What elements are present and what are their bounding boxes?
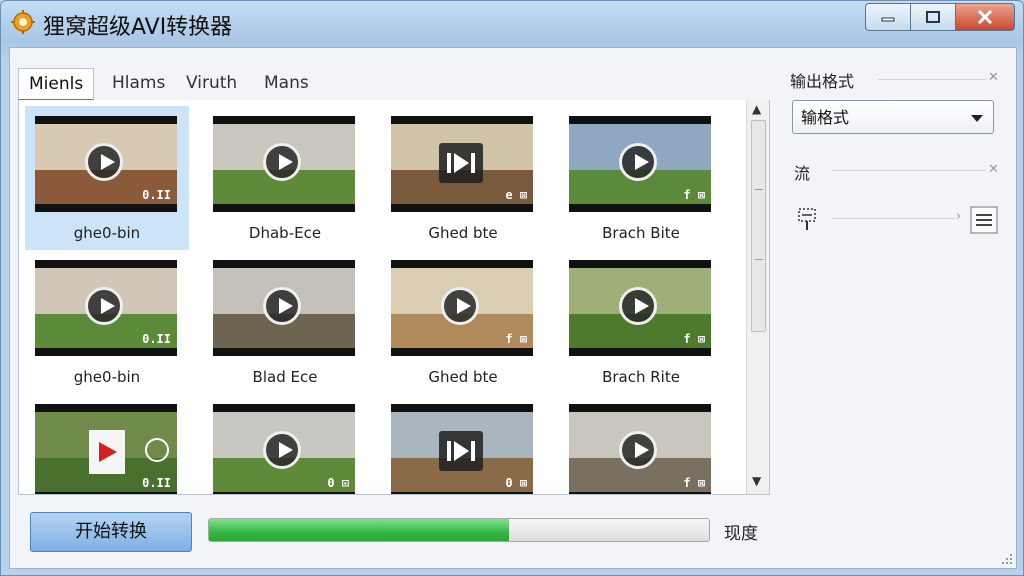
video-tile[interactable]: Blad Ece [203,250,367,394]
play-icon [619,143,657,181]
tab-strip: Mienls Hlams Viruth Mans [18,62,770,102]
window-controls [865,3,1015,33]
collapse-icon[interactable]: ✕ [988,70,999,85]
duration-badge: 0.II [142,332,171,346]
duration-badge: f ⊠ [505,332,527,346]
maximize-button[interactable] [911,3,956,31]
video-thumbnail [213,260,355,356]
video-tile[interactable]: 0 ⊠ [381,394,545,494]
progress-bar [208,518,710,542]
video-tile[interactable]: f ⊠ [559,394,723,494]
video-tile[interactable]: f ⊠ Brach Rite [559,250,723,394]
duration-badge: 0 ⊡ [327,476,349,490]
scroll-thumb[interactable] [751,120,766,332]
resize-grip-icon[interactable] [1000,552,1014,566]
video-thumbnail: f ⊠ [391,260,533,356]
play-icon [263,143,301,181]
crop-icon[interactable] [796,206,818,232]
video-thumbnail: 0 ⊡ [213,404,355,494]
duration-badge: f ⊠ [683,188,705,202]
progress-fill [209,519,509,541]
video-tile[interactable]: 0.II ghe0-bin [25,106,189,250]
play-icon [441,287,479,325]
video-tile[interactable]: 0.II ghe0-bin [25,250,189,394]
format-select[interactable]: 输格式 [792,100,994,134]
title-bar[interactable]: 狸窝超级AVI转换器 [1,1,1023,45]
duration-badge: 0.II [142,476,171,490]
chevron-down-icon [971,115,983,122]
scroll-down-icon[interactable]: ▼ [752,474,761,488]
play-icon [85,143,123,181]
progress-label: 现度 [724,524,758,544]
minimize-icon [881,17,895,22]
video-thumbnail: 0 ⊠ [391,404,533,494]
play-icon [263,431,301,469]
video-thumbnail: f ⊠ [569,404,711,494]
red-play-icon [89,430,169,474]
duration-badge: f ⊠ [683,332,705,346]
video-caption: Brach Bite [602,224,680,242]
video-tile[interactable]: 0.II [25,394,189,494]
video-thumbnail: e ⊠ [391,116,533,212]
minimize-button[interactable] [865,3,911,31]
duration-badge: 0 ⊠ [505,476,527,490]
play-icon [263,287,301,325]
app-window: 狸窝超级AVI转换器 Mienls Hlams Viruth Mans 0.II… [0,0,1024,576]
start-convert-button[interactable]: 开始转换 [30,512,192,552]
divider [878,79,986,80]
list-icon[interactable] [970,206,998,234]
scroll-grip [755,189,763,190]
tab-mans[interactable]: Mans [254,68,319,98]
format-label: 输出格式 [790,72,855,91]
tab-viruth[interactable]: Viruth [176,68,247,98]
video-thumbnail: 0.II [35,116,177,212]
video-tile[interactable]: f ⊠ Brach Bite [559,106,723,250]
main-panel: Mienls Hlams Viruth Mans 0.II ghe0-bin Dha… [9,47,1017,569]
skip-icon [439,143,483,183]
vertical-scrollbar[interactable]: ▲ ▼ [746,100,769,494]
scroll-grip [755,259,763,260]
video-thumbnail: f ⊠ [569,116,711,212]
chevron-right-icon: › [956,209,962,224]
video-caption: Ghed bte [428,368,498,386]
video-thumbnail: 0.II [35,260,177,356]
gear-app-icon [11,10,35,34]
video-tile[interactable]: f ⊠ Ghed bte [381,250,545,394]
format-select-value: 输格式 [801,108,850,127]
video-grid: 0.II ghe0-bin Dhab-Ece e ⊠ Ghed bte f ⊠ Brach … [25,106,745,494]
close-icon [977,10,993,24]
tab-hlams[interactable]: Hlams [102,68,175,98]
video-thumbnail [213,116,355,212]
play-icon [619,287,657,325]
skip-icon [439,431,483,471]
video-tile[interactable]: e ⊠ Ghed bte [381,106,545,250]
video-caption: Dhab-Ece [248,224,322,242]
video-caption: Blad Ece [252,368,318,386]
video-tile[interactable]: 0 ⊡ [203,394,367,494]
video-caption: ghe0-bin [73,224,141,242]
play-icon [85,287,123,325]
video-browser: Mienls Hlams Viruth Mans 0.II ghe0-bin Dha… [18,60,770,496]
video-tile[interactable]: Dhab-Ece [203,106,367,250]
settings-panel: 输出格式 ✕ 输格式 流 ✕ › [788,60,1008,260]
video-caption: ghe0-bin [73,368,141,386]
duration-badge: f ⊠ [683,476,705,490]
video-caption: Brach Rite [602,368,680,386]
video-thumbnail: 0.II [35,404,177,494]
video-caption: Ghed bte [428,224,498,242]
divider [832,170,986,171]
duration-badge: e ⊠ [505,188,527,202]
video-thumbnail: f ⊠ [569,260,711,356]
collapse-icon[interactable]: ✕ [988,162,999,177]
stream-label: 流 [794,164,811,183]
window-title: 狸窝超级AVI转换器 [43,15,233,40]
divider [832,218,956,219]
maximize-icon [926,11,940,23]
play-icon [619,431,657,469]
scroll-up-icon[interactable]: ▲ [752,102,761,116]
video-grid-area: 0.II ghe0-bin Dhab-Ece e ⊠ Ghed bte f ⊠ Brach … [18,100,770,495]
duration-badge: 0.II [142,188,171,202]
tab-mienls[interactable]: Mienls [18,68,95,102]
close-button[interactable] [956,3,1015,31]
